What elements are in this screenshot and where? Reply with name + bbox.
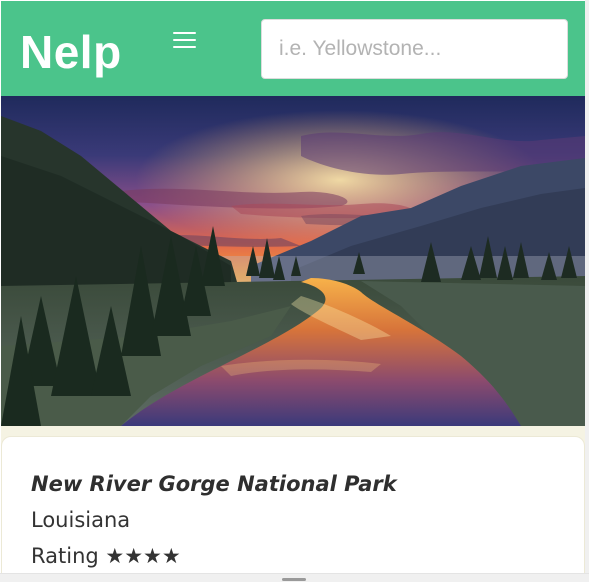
park-state: Louisiana [31,508,131,532]
park-name[interactable]: New River Gorge National Park [31,469,397,499]
menu-bar [173,46,196,48]
park-hero-image [1,96,585,426]
scrollbar-thumb[interactable] [282,578,306,581]
rating-label: Rating [31,544,106,568]
park-rating: Rating ★★★★ [31,541,181,571]
app-frame: Nelp i.e. Yellowstone... New River Gorge… [0,0,589,582]
brand-logo[interactable]: Nelp [20,27,122,77]
rating-stars: ★★★★ [105,544,181,568]
horizontal-scrollbar[interactable] [0,573,589,582]
menu-bar [173,32,196,34]
vertical-scrollbar[interactable] [585,0,589,573]
top-navbar: Nelp [1,1,585,96]
menu-bar [173,39,196,41]
search-input[interactable] [261,19,568,79]
hamburger-menu-icon[interactable] [165,23,203,57]
